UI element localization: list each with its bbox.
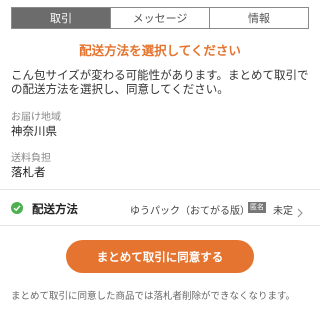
shipping-method-value: ゆうパック（おてがる版） [130,206,250,217]
delivery-area-label: お届け地域 [11,112,61,123]
tab-transaction[interactable]: 取引 [12,8,110,28]
description-text: こん包サイズが変わる可能性があります。まとめて取引での配送方法を選択し、同意して… [11,68,309,96]
tab-bar: 取引 メッセージ 情報 [11,7,309,29]
footnote-text: まとめて取引に同意した商品では落札者削除ができなくなります。 [11,291,296,302]
divider [0,189,320,190]
chevron-right-icon [297,203,303,222]
delivery-area-value: 神奈川県 [11,124,57,138]
shipping-status: 未定 [273,206,293,217]
agree-bundle-button[interactable]: まとめて取引に同意する [66,240,254,273]
shipping-method-label: 配送方法 [32,202,78,216]
select-shipping-notice: 配送方法を選択してください [79,43,241,58]
tab-info[interactable]: 情報 [209,8,308,28]
shipping-method-row[interactable]: 配送方法 ゆうパック（おてがる版） 匿名 未定 [0,196,320,220]
divider [0,225,320,226]
tab-message[interactable]: メッセージ [110,8,209,28]
shipping-fee-value: 落札者 [11,165,46,179]
shipping-fee-label: 送料負担 [11,153,51,164]
check-circle-icon [11,202,23,214]
anonymous-badge: 匿名 [248,202,266,213]
